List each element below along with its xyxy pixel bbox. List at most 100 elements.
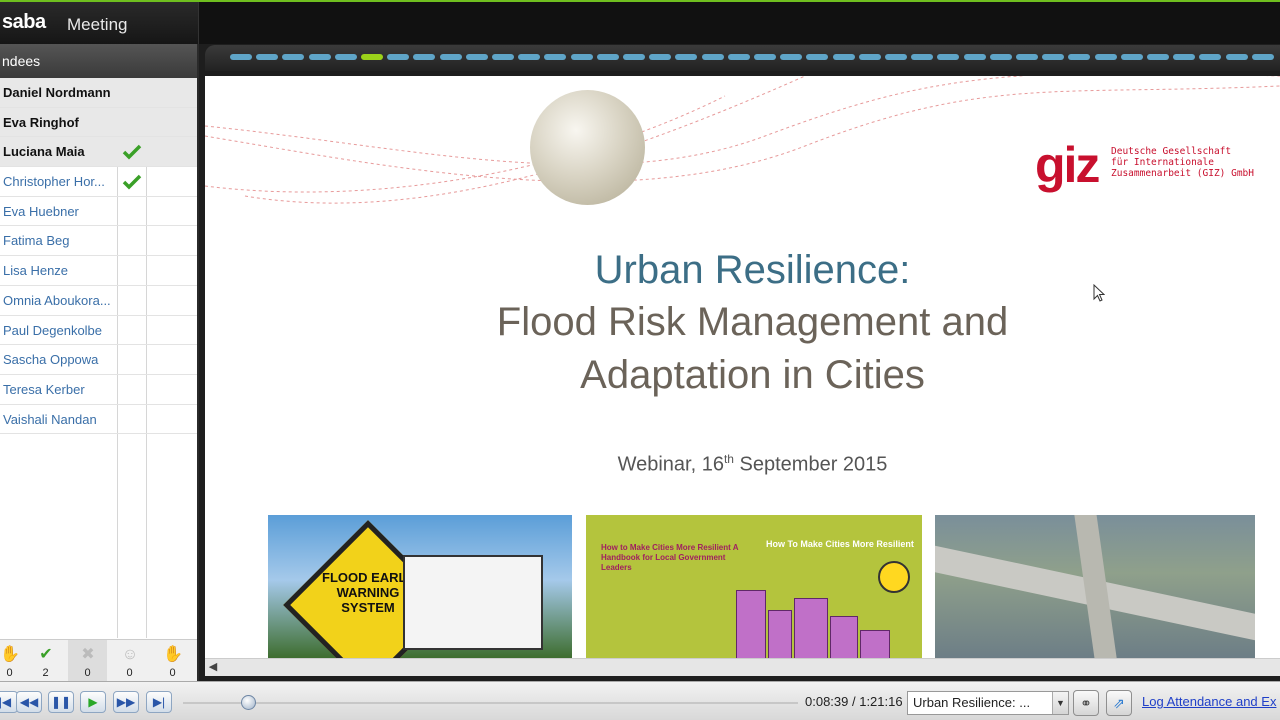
feedback-smiley[interactable]: ☺ 0 bbox=[110, 640, 149, 682]
checkmark-icon: ✔ bbox=[39, 646, 53, 663]
scroll-left-arrow-icon[interactable]: ◀ bbox=[205, 659, 221, 676]
slide-marker[interactable] bbox=[1016, 54, 1038, 60]
slide-marker[interactable] bbox=[1042, 54, 1065, 60]
fast-forward-button[interactable]: ▶▶ bbox=[113, 691, 139, 713]
attendee-row[interactable]: Eva Ringhof bbox=[0, 107, 197, 138]
checkmark-icon bbox=[122, 174, 142, 190]
link-icon[interactable]: ⚭ bbox=[1073, 690, 1099, 716]
slide-marker[interactable] bbox=[963, 54, 986, 60]
slide-marker[interactable] bbox=[256, 54, 279, 60]
cross-icon: ✖ bbox=[81, 646, 95, 663]
slide-horizontal-scrollbar[interactable]: ◀ bbox=[205, 658, 1280, 676]
sun-illustration bbox=[878, 561, 910, 593]
slide-marker[interactable] bbox=[518, 54, 541, 60]
feedback-raise-hand[interactable]: ✋ 0 bbox=[0, 640, 29, 682]
attendee-row[interactable]: Luciana Maia bbox=[0, 137, 197, 168]
slide-marker[interactable] bbox=[492, 54, 514, 60]
slide-marker[interactable] bbox=[1199, 54, 1222, 60]
slide-title-line2: Flood Risk Management and bbox=[496, 300, 1009, 344]
feedback-cross[interactable]: ✖ 0 bbox=[68, 640, 107, 682]
log-attendance-link[interactable]: Log Attendance and Ex bbox=[1142, 694, 1276, 709]
slide-marker[interactable] bbox=[806, 54, 829, 60]
slide-marker[interactable] bbox=[387, 54, 410, 60]
subtitle-sup: th bbox=[723, 452, 734, 466]
track-select-value: Urban Resilience: ... bbox=[913, 695, 1031, 710]
slide-marker[interactable] bbox=[754, 54, 776, 60]
slide-subtitle: Webinar, 16th September 2015 bbox=[205, 452, 1280, 477]
attendee-row[interactable]: Vaishali Nandan bbox=[0, 405, 197, 435]
slide-marker[interactable] bbox=[989, 54, 1012, 60]
slide-marker[interactable] bbox=[727, 54, 750, 60]
slide-marker[interactable] bbox=[282, 54, 305, 60]
attendee-row[interactable]: Eva Huebner bbox=[0, 197, 197, 227]
feedback-count: 0 bbox=[6, 667, 13, 679]
attendee-row[interactable]: Daniel Nordmann bbox=[0, 78, 197, 108]
skip-to-end-button[interactable]: ▶| bbox=[146, 691, 172, 713]
subtitle-prefix: Webinar, 16 bbox=[617, 453, 724, 476]
giz-logo-word: giz bbox=[1035, 137, 1100, 193]
feedback-count: 0 bbox=[169, 667, 176, 679]
attendee-name: Lisa Henze bbox=[3, 263, 69, 279]
slide-marker[interactable] bbox=[1225, 54, 1248, 60]
slide-marker[interactable] bbox=[858, 54, 881, 60]
slide-marker[interactable] bbox=[230, 54, 252, 60]
warning-banner bbox=[403, 555, 543, 650]
track-select[interactable]: Urban Resilience: ... ▼ bbox=[907, 691, 1069, 715]
slide-marker[interactable] bbox=[334, 54, 357, 60]
playback-controls: |◀ ◀◀ ❚❚ ▶ ▶▶ ▶| 0:08:39 / 1:21:16 Urban… bbox=[0, 681, 1280, 720]
attendee-name: Sascha Oppowa bbox=[3, 352, 99, 368]
slide-marker[interactable] bbox=[308, 54, 331, 60]
slide-marker[interactable] bbox=[596, 54, 619, 60]
seek-handle[interactable] bbox=[241, 695, 257, 710]
product-name: Meeting bbox=[67, 15, 128, 34]
slide-marker[interactable] bbox=[937, 54, 960, 60]
slide-marker[interactable] bbox=[1068, 54, 1091, 60]
playback-time: 0:08:39 / 1:21:16 bbox=[805, 694, 903, 709]
flooded-highway-photo bbox=[935, 515, 1255, 658]
play-button[interactable]: ▶ bbox=[80, 691, 106, 713]
slide-marker[interactable] bbox=[465, 54, 488, 60]
pause-button[interactable]: ❚❚ bbox=[48, 691, 74, 713]
attendee-row[interactable]: Paul Degenkolbe bbox=[0, 316, 197, 346]
seek-bar[interactable] bbox=[183, 702, 798, 704]
slide-marker[interactable] bbox=[1120, 54, 1143, 60]
feedback-count: 0 bbox=[126, 667, 133, 679]
slide-progress-dots[interactable] bbox=[230, 54, 1280, 60]
slide-marker[interactable] bbox=[544, 54, 567, 60]
slide-marker[interactable] bbox=[701, 54, 724, 60]
attendee-row[interactable]: Omnia Aboukora... bbox=[0, 286, 197, 316]
slide-marker[interactable] bbox=[1094, 54, 1117, 60]
slide-marker[interactable] bbox=[413, 54, 436, 60]
flood-warning-photo: FLOOD EARLY WARNING SYSTEM bbox=[268, 515, 572, 658]
slide-marker[interactable] bbox=[1173, 54, 1196, 60]
attendee-row[interactable]: Teresa Kerber bbox=[0, 375, 197, 405]
slide-marker[interactable] bbox=[675, 54, 698, 60]
slide-marker[interactable] bbox=[885, 54, 907, 60]
building-illustration bbox=[830, 616, 858, 658]
attendee-row[interactable]: Fatima Beg bbox=[0, 226, 197, 257]
slide-marker[interactable] bbox=[1147, 54, 1169, 60]
attendee-row[interactable]: Christopher Hor... bbox=[0, 167, 197, 197]
slide-marker[interactable] bbox=[911, 54, 934, 60]
attendee-row[interactable]: Lisa Henze bbox=[0, 256, 197, 286]
slide-canvas: giz Deutsche Gesellschaft für Internatio… bbox=[205, 76, 1280, 658]
slide-marker[interactable] bbox=[649, 54, 672, 60]
slide-marker[interactable] bbox=[1251, 54, 1274, 60]
feedback-checkmark[interactable]: ✔ 2 bbox=[26, 640, 65, 682]
feedback-applause[interactable]: ✋ 0 bbox=[153, 640, 192, 682]
attendee-row[interactable]: Sascha Oppowa bbox=[0, 345, 197, 375]
slide-marker[interactable] bbox=[780, 54, 803, 60]
slide-marker[interactable] bbox=[623, 54, 645, 60]
slide-marker[interactable] bbox=[832, 54, 855, 60]
slide-marker[interactable] bbox=[439, 54, 462, 60]
slide-title-line3: Adaptation in Cities bbox=[580, 353, 925, 397]
brand-name: saba bbox=[2, 11, 46, 33]
attendee-name: Vaishali Nandan bbox=[3, 411, 97, 427]
popout-icon[interactable]: ⇗ bbox=[1106, 690, 1132, 716]
chevron-down-icon[interactable]: ▼ bbox=[1052, 692, 1068, 714]
slide-marker[interactable] bbox=[570, 54, 593, 60]
attendee-name: Fatima Beg bbox=[3, 233, 70, 249]
building-illustration bbox=[794, 598, 828, 658]
slide-marker[interactable] bbox=[361, 54, 383, 60]
rewind-button[interactable]: ◀◀ bbox=[16, 691, 42, 713]
